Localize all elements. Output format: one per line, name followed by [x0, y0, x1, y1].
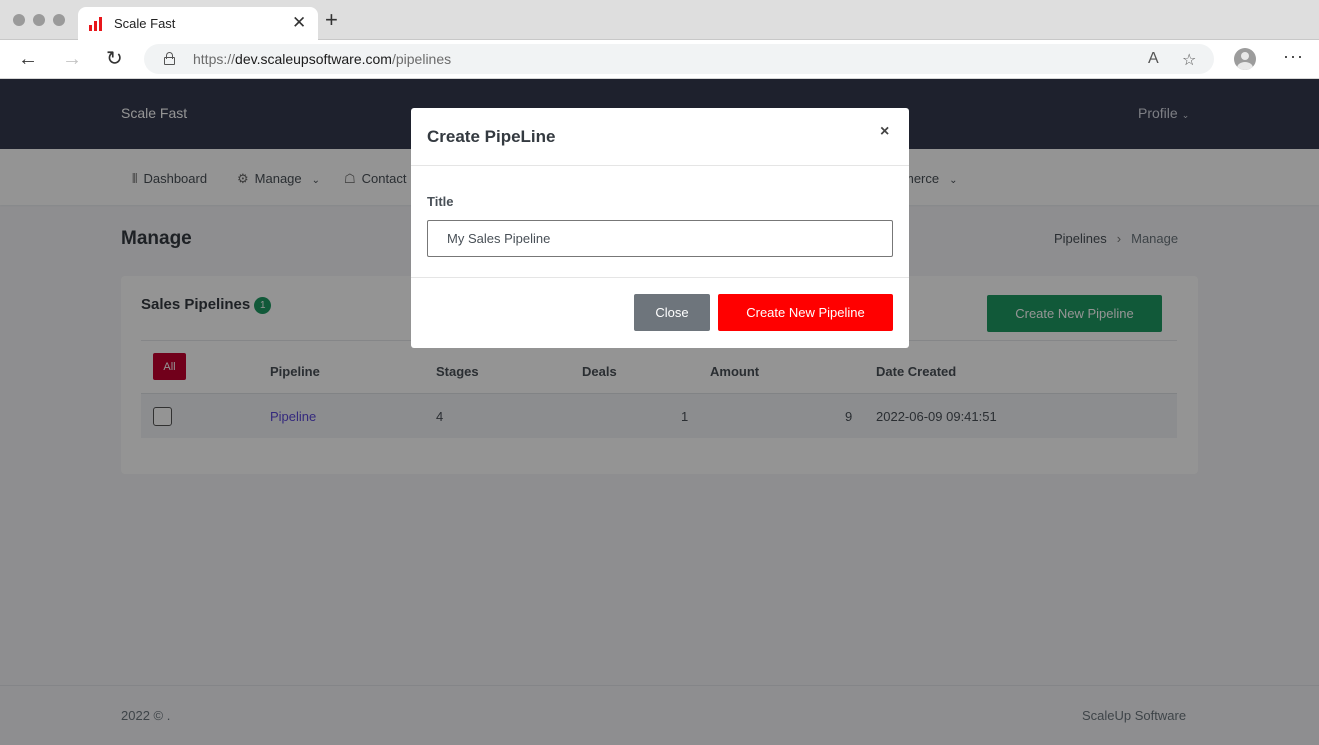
address-bar[interactable]: https://dev.scaleupsoftware.com/pipeline… [144, 44, 1214, 74]
tab-title: Scale Fast [114, 16, 176, 31]
window-close-control[interactable] [13, 14, 25, 26]
modal-divider [411, 277, 909, 278]
reload-icon[interactable]: ↻ [106, 48, 123, 70]
favorites-star-icon[interactable]: ☆ [1182, 50, 1196, 70]
scale-fast-favicon-icon [89, 17, 105, 31]
modal-header: Create PipeLine × [411, 108, 909, 166]
window-minimize-control[interactable] [33, 14, 45, 26]
create-new-pipeline-submit-button[interactable]: Create New Pipeline [718, 294, 893, 331]
modal-title: Create PipeLine [427, 127, 556, 146]
browser-address-toolbar: ← → ↻ https://dev.scaleupsoftware.com/pi… [0, 40, 1319, 79]
more-options-icon[interactable]: ··· [1283, 46, 1304, 67]
url-text[interactable]: https://dev.scaleupsoftware.com/pipeline… [193, 51, 451, 67]
browser-tab-strip: Scale Fast ✕ + [0, 0, 1319, 40]
close-icon[interactable]: × [880, 123, 889, 141]
close-button[interactable]: Close [634, 294, 710, 331]
new-tab-icon[interactable]: + [325, 8, 338, 32]
tab-close-icon[interactable]: ✕ [292, 13, 306, 33]
title-field-label: Title [427, 194, 454, 209]
title-input[interactable] [427, 220, 893, 257]
forward-arrow-icon[interactable]: → [62, 48, 82, 70]
lock-icon [164, 52, 175, 65]
read-aloud-icon[interactable]: A [1148, 50, 1159, 68]
profile-avatar-icon[interactable] [1234, 48, 1256, 70]
window-zoom-control[interactable] [53, 14, 65, 26]
create-pipeline-modal: Create PipeLine × Title Close Create New… [411, 108, 909, 348]
browser-tab[interactable]: Scale Fast ✕ [78, 7, 318, 40]
back-arrow-icon[interactable]: ← [18, 48, 38, 70]
